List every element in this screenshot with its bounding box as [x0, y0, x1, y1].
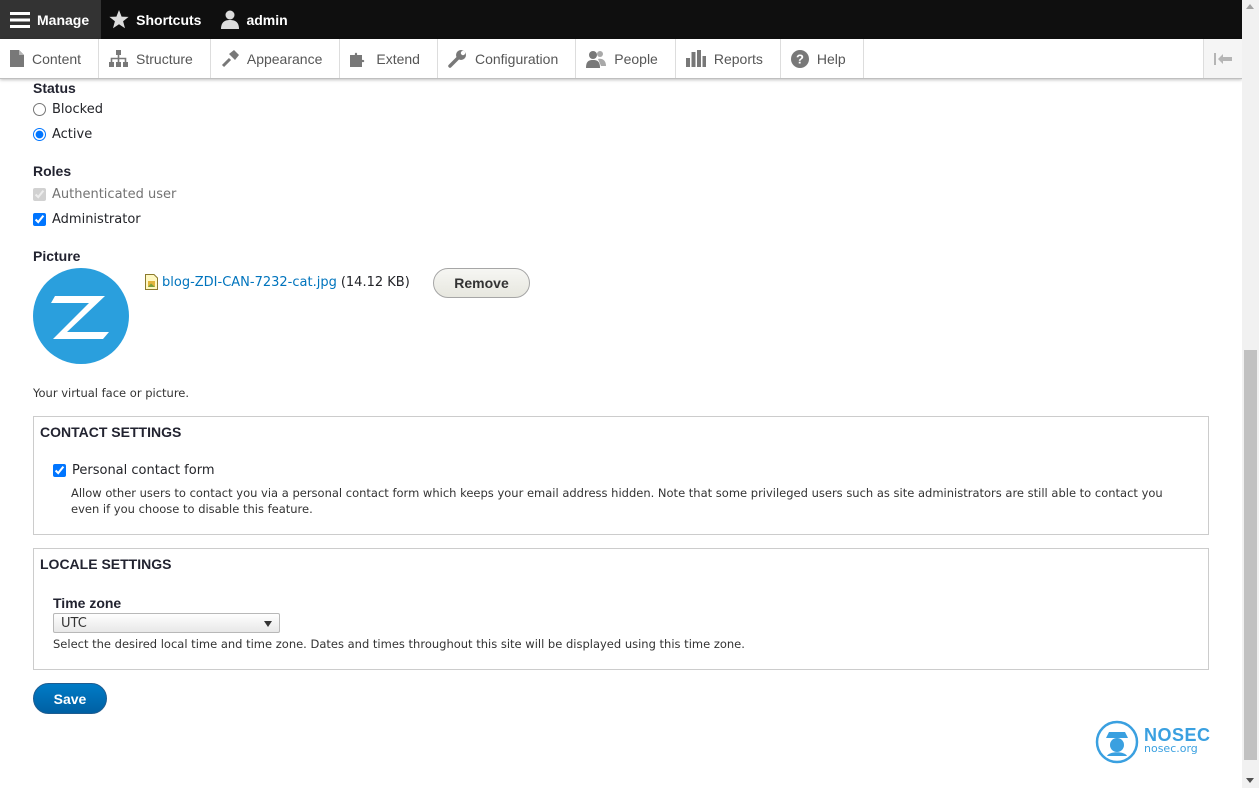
- tray-item-help[interactable]: ? Help: [781, 39, 864, 78]
- user-icon: [221, 10, 240, 29]
- wrench-icon: [448, 50, 466, 68]
- personal-contact-form-checkbox[interactable]: [53, 464, 66, 477]
- image-file-icon: [145, 274, 158, 290]
- status-radio-active[interactable]: [33, 128, 46, 141]
- status-label: Status: [33, 80, 76, 96]
- tray-item-label: Extend: [376, 50, 420, 67]
- tray-item-label: Structure: [136, 50, 193, 67]
- locale-settings-legend: Locale settings: [40, 556, 172, 572]
- status-radio-blocked[interactable]: [33, 103, 46, 116]
- timezone-label: Time zone: [53, 595, 122, 611]
- star-icon: [109, 10, 129, 29]
- hamburger-icon: [10, 11, 30, 28]
- user-tab[interactable]: admin: [213, 0, 299, 39]
- tray-item-extend[interactable]: Extend: [340, 39, 438, 78]
- admin-menu-tray: Content Structure Appearance Extend Conf…: [0, 39, 1242, 79]
- watermark-brand: NOSEC: [1144, 725, 1211, 745]
- contact-settings-fieldset: Contact settings Personal contact form A…: [33, 416, 1209, 535]
- nosec-logo-icon: [1095, 720, 1139, 764]
- personal-contact-form-label: Personal contact form: [72, 463, 215, 478]
- timezone-select[interactable]: UTC: [53, 613, 280, 633]
- tray-item-reports[interactable]: Reports: [676, 39, 781, 78]
- roles-label: Roles: [33, 163, 72, 179]
- sitemap-icon: [109, 50, 129, 67]
- status-option-active[interactable]: Active: [33, 127, 92, 142]
- collapse-left-icon: [1214, 52, 1232, 65]
- paintbrush-icon: [221, 49, 239, 67]
- save-button[interactable]: Save: [33, 683, 107, 714]
- role-option-label: Authenticated user: [52, 187, 177, 202]
- nosec-watermark: NOSEC nosec.org: [1095, 720, 1211, 764]
- role-checkbox-administrator[interactable]: [33, 213, 46, 226]
- picture-label: Picture: [33, 248, 81, 264]
- contact-settings-legend: Contact settings: [40, 424, 182, 440]
- user-picture: [33, 268, 129, 364]
- bar-chart-icon: [685, 50, 706, 67]
- picture-file: blog-ZDI-CAN-7232-cat.jpg (14.12 KB): [145, 274, 410, 290]
- shortcuts-tab[interactable]: Shortcuts: [101, 0, 213, 39]
- status-option-label: Active: [52, 127, 93, 142]
- tray-item-label: Reports: [713, 50, 763, 67]
- tray-item-content[interactable]: Content: [0, 39, 100, 78]
- tray-item-label: People: [614, 50, 658, 67]
- picture-file-link[interactable]: blog-ZDI-CAN-7232-cat.jpg: [162, 275, 337, 290]
- scrollbar-thumb[interactable]: [1244, 350, 1257, 760]
- remove-picture-button[interactable]: Remove: [433, 268, 530, 298]
- tray-item-label: Content: [32, 50, 82, 67]
- contact-form-description: Allow other users to contact you via a p…: [71, 486, 1163, 516]
- tray-item-people[interactable]: People: [576, 39, 676, 78]
- role-authenticated-user: Authenticated user: [33, 187, 176, 202]
- page-scrollbar[interactable]: [1242, 0, 1259, 788]
- manage-label: Manage: [37, 11, 90, 28]
- tray-item-appearance[interactable]: Appearance: [211, 39, 341, 78]
- help-icon: ?: [790, 49, 809, 68]
- file-icon: [10, 50, 24, 67]
- status-option-blocked[interactable]: Blocked: [33, 102, 103, 117]
- tray-item-structure[interactable]: Structure: [99, 39, 211, 78]
- puzzle-icon: [350, 52, 365, 67]
- shortcuts-label: Shortcuts: [136, 11, 202, 28]
- manage-tab[interactable]: Manage: [0, 0, 102, 39]
- personal-contact-form-option[interactable]: Personal contact form: [53, 463, 215, 478]
- locale-settings-fieldset: Locale settings: [33, 548, 1209, 670]
- user-label: admin: [246, 11, 288, 28]
- status-option-label: Blocked: [52, 102, 103, 117]
- admin-toolbar: Manage Shortcuts admin: [0, 0, 1242, 39]
- tray-item-label: Help: [816, 50, 846, 67]
- chevron-down-icon: [264, 621, 272, 627]
- role-option-label: Administrator: [52, 212, 141, 227]
- timezone-description: Select the desired local time and time z…: [53, 637, 745, 651]
- picture-file-size: (14.12 KB): [340, 274, 410, 290]
- timezone-selected-value: UTC: [61, 615, 87, 631]
- role-checkbox-authenticated: [33, 188, 46, 201]
- role-administrator[interactable]: Administrator: [33, 212, 141, 227]
- tray-item-label: Appearance: [246, 50, 323, 67]
- tray-item-configuration[interactable]: Configuration: [438, 39, 577, 78]
- tray-item-label: Configuration: [474, 50, 559, 67]
- people-icon: [586, 50, 607, 68]
- scroll-down-icon[interactable]: [1246, 778, 1254, 783]
- svg-text:?: ?: [796, 51, 804, 66]
- tray-orientation-toggle[interactable]: [1203, 39, 1242, 78]
- picture-description: Your virtual face or picture.: [33, 386, 190, 400]
- scroll-up-icon[interactable]: [1246, 4, 1254, 9]
